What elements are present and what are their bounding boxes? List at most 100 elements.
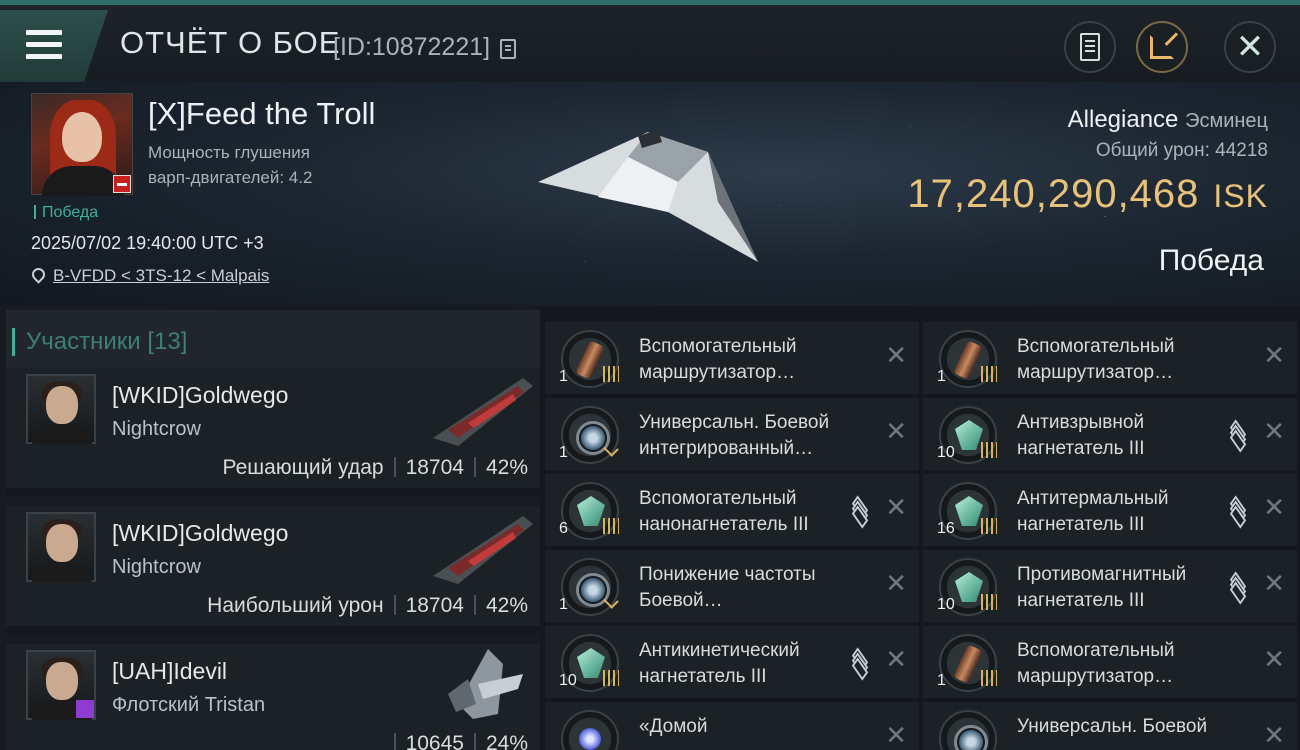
item-name: Антикинетический нагнетатель III <box>639 640 800 687</box>
stack-icon <box>1227 419 1249 453</box>
total-damage-value: 44218 <box>1215 140 1268 161</box>
item-name: Антитермальный нагнетатель III <box>1017 488 1169 535</box>
participant-stats: 10645 24% <box>384 732 528 750</box>
participant-percent: 42% <box>485 456 528 479</box>
participant-name: [UAH]Idevil <box>112 658 228 684</box>
destroyed-x-icon: ✕ <box>1263 416 1285 446</box>
blue-orb-module-icon <box>561 710 619 750</box>
item-row[interactable]: Универсальн. Боевой ✕ <box>923 702 1297 750</box>
item-name: Вспомогательный маршрутизатор… <box>1017 640 1175 687</box>
destroyed-x-icon: ✕ <box>885 644 907 674</box>
item-name: Вспомогательный маршрутизатор… <box>639 336 797 383</box>
item-row[interactable]: 10 Противомагнитный нагнетатель III ✕ <box>923 550 1297 622</box>
item-quantity: 10 <box>559 672 577 689</box>
item-row[interactable]: 1 Вспомогательный маршрутизатор… ✕ <box>923 322 1297 394</box>
participant-ship: Nightcrow <box>112 418 201 440</box>
tech-level-icon <box>981 594 997 610</box>
stack-icon <box>1227 495 1249 529</box>
isk-value: 17,240,290,468 ISK <box>907 172 1268 217</box>
item-row[interactable]: 1 Универсальн. Боевой интегрированный… ✕ <box>545 398 919 470</box>
victim-name[interactable]: [X]Feed the Troll <box>148 96 375 132</box>
item-row[interactable]: 1 Вспомогательный маршрутизатор… ✕ <box>923 626 1297 698</box>
item-quantity: 16 <box>937 520 955 537</box>
tech-level-icon <box>981 442 997 458</box>
tech-level-icon <box>981 518 997 534</box>
participants-panel: Участники [13] [WKID]Goldwego Nightcrow … <box>0 306 540 750</box>
victim-ship-class: Эсминец <box>1185 110 1268 132</box>
participant-row[interactable]: [UAH]Idevil Флотский Tristan 10645 24% <box>6 644 540 750</box>
share-button[interactable] <box>1136 21 1188 73</box>
item-quantity: 1 <box>559 368 568 385</box>
item-name: Антивзрывной нагнетатель III <box>1017 412 1145 459</box>
participant-name: [WKID]Goldwego <box>112 382 289 408</box>
item-row[interactable]: 10 Антивзрывной нагнетатель III ✕ <box>923 398 1297 470</box>
participant-percent: 24% <box>485 732 528 750</box>
item-name: Вспомогательный нанонагнетатель III <box>639 488 809 535</box>
item-row[interactable]: 6 Вспомогательный нанонагнетатель III ✕ <box>545 474 919 546</box>
destroyed-x-icon: ✕ <box>1263 568 1285 598</box>
item-name: Понижение частоты Боевой… <box>639 564 816 611</box>
participant-role: Решающий удар <box>222 456 384 479</box>
destroyed-x-icon: ✕ <box>885 720 907 750</box>
share-icon <box>1150 35 1174 59</box>
report-id: [ID:10872221] <box>333 33 491 61</box>
info-badge-icon <box>76 700 94 718</box>
menu-button[interactable] <box>0 10 108 82</box>
item-name: Универсальн. Боевой интегрированный… <box>639 412 830 459</box>
item-row[interactable]: 1 Вспомогательный маршрутизатор… ✕ <box>545 322 919 394</box>
isk-unit: ISK <box>1213 178 1268 214</box>
destroyed-x-icon: ✕ <box>885 568 907 598</box>
item-name: «Домой <box>639 716 708 737</box>
participant-ship: Nightcrow <box>112 556 201 578</box>
item-row[interactable]: 16 Антитермальный нагнетатель III ✕ <box>923 474 1297 546</box>
participant-avatar <box>26 374 96 444</box>
log-button[interactable] <box>1064 21 1116 73</box>
total-damage-label: Общий урон: <box>1095 140 1210 161</box>
hostile-status-icon <box>113 175 131 193</box>
tech-level-icon <box>981 670 997 686</box>
dropped-items-grid: 1 Вспомогательный маршрутизатор… ✕ 1 Вспо… <box>545 322 1300 750</box>
item-name: Универсальн. Боевой <box>1017 716 1208 737</box>
destroyed-x-icon: ✕ <box>885 492 907 522</box>
victim-portrait[interactable] <box>31 93 133 196</box>
victim-stat-line1: Мощность глушения <box>148 143 310 162</box>
victim-stat-line2: варп-двигателей: 4.2 <box>148 168 313 187</box>
isk-amount: 17,240,290,468 <box>907 172 1200 216</box>
participant-avatar <box>26 650 96 720</box>
participant-stats: Наибольший урон 18704 42% <box>207 594 528 618</box>
result-tag: Победа <box>34 204 98 222</box>
victim-summary: [X]Feed the Troll Мощность глушения варп… <box>0 82 1300 306</box>
item-row[interactable]: 1 Понижение частоты Боевой… ✕ <box>545 550 919 622</box>
total-damage: Общий урон: 44218 <box>1096 140 1268 162</box>
victim-ship-name: Allegiance <box>1067 106 1179 133</box>
participant-row[interactable]: [WKID]Goldwego Nightcrow Решающий удар 18… <box>6 368 540 496</box>
victim-ship-image <box>538 130 758 262</box>
item-quantity: 1 <box>937 368 946 385</box>
item-quantity: 1 <box>559 444 568 461</box>
destroyed-x-icon: ✕ <box>1263 340 1285 370</box>
stack-icon <box>1227 571 1249 605</box>
stack-icon <box>849 647 871 681</box>
stack-icon <box>849 495 871 529</box>
item-quantity: 6 <box>559 520 568 537</box>
tech-level-icon <box>981 366 997 382</box>
participant-avatar <box>26 512 96 582</box>
tech-level-icon <box>603 366 619 382</box>
copy-icon[interactable] <box>500 39 516 59</box>
item-quantity: 1 <box>937 672 946 689</box>
participants-title: Участники [13] <box>11 328 188 356</box>
page-title: ОТЧЁТ О БОЕ <box>120 25 341 60</box>
battle-datetime: 2025/07/02 19:40:00 UTC +3 <box>31 233 264 253</box>
item-row[interactable]: 10 Антикинетический нагнетатель III ✕ <box>545 626 919 698</box>
close-button[interactable]: ✕ <box>1224 21 1276 73</box>
hamburger-icon <box>26 30 62 60</box>
location-link[interactable]: B-VFDD < 3TS-12 < Malpais <box>53 266 269 286</box>
lens-module-icon <box>939 710 997 750</box>
item-name: Противомагнитный нагнетатель III <box>1017 564 1187 611</box>
item-row[interactable]: «Домой ✕ <box>545 702 919 750</box>
tech-level-icon <box>603 670 619 686</box>
participant-row[interactable]: [WKID]Goldwego Nightcrow Наибольший урон… <box>6 506 540 634</box>
destroyed-x-icon: ✕ <box>1263 644 1285 674</box>
victim-stat: Мощность глушения варп-двигателей: 4.2 <box>148 140 312 190</box>
participant-damage: 18704 <box>405 456 464 479</box>
